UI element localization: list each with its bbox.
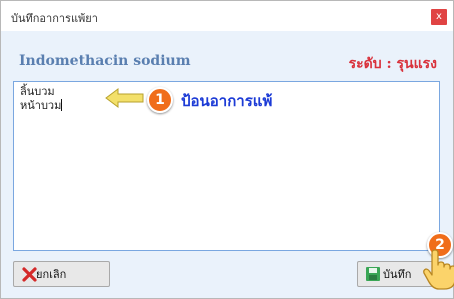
- save-label: บันทึก: [383, 268, 412, 281]
- dialog-body: Indomethacin sodium ระดับ : รุนแรง ลิ้นบ…: [1, 31, 453, 298]
- x-icon: [22, 267, 37, 282]
- allergy-dialog: บันทึกอาการแพ้ยา x Indomethacin sodium ร…: [0, 0, 454, 299]
- severity-label: ระดับ : รุนแรง: [348, 56, 437, 72]
- drug-name: Indomethacin sodium: [19, 53, 191, 69]
- symptom-line-2: หน้าบวม: [20, 99, 62, 112]
- step-1-instruction: ป้อนอาการแพ้: [181, 92, 273, 110]
- text-caret: [61, 99, 63, 111]
- cancel-label: ยกเลิก: [36, 268, 67, 281]
- hand-cursor-icon: [423, 249, 454, 290]
- symptom-line-1: ลิ้นบวม: [20, 85, 55, 98]
- left-arrow-icon: [105, 88, 144, 108]
- floppy-disk-icon: [366, 267, 380, 281]
- close-button[interactable]: x: [431, 9, 447, 25]
- title-bar: บันทึกอาการแพ้ยา x: [1, 1, 453, 29]
- cancel-button[interactable]: ยกเลิก: [13, 261, 110, 287]
- window-title: บันทึกอาการแพ้ยา: [11, 12, 98, 25]
- step-1-badge: 1: [147, 87, 173, 113]
